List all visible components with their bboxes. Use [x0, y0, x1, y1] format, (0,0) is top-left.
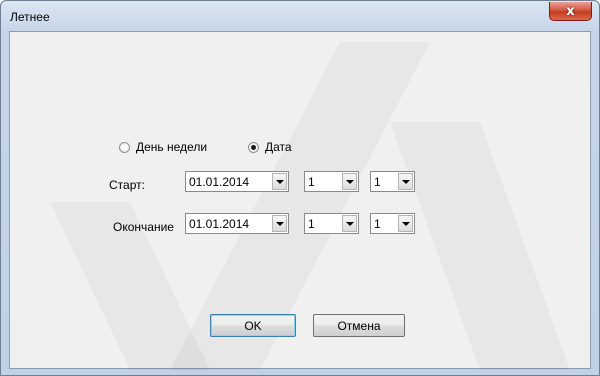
ok-button[interactable]: OK	[210, 314, 296, 337]
end-label: Окончание	[113, 220, 174, 234]
close-icon: x	[566, 3, 575, 19]
end-combo-2-value: 1	[308, 216, 315, 231]
chevron-down-icon[interactable]	[272, 173, 287, 190]
end-combo-2[interactable]: 1	[304, 213, 359, 234]
start-label: Старт:	[109, 178, 145, 192]
watermark-logo	[10, 32, 592, 370]
window-title: Летнее	[10, 10, 50, 24]
dialog-client-area: День недели Дата Старт: 01.01.2014 1 1 О…	[9, 31, 591, 369]
chevron-down-icon[interactable]	[398, 173, 413, 190]
cancel-button-label: Отмена	[337, 318, 381, 333]
end-combo-3-value: 1	[374, 216, 381, 231]
chevron-down-icon[interactable]	[342, 215, 357, 232]
chevron-down-icon[interactable]	[398, 215, 413, 232]
dialog-window: Летнее x День недели Дата Старт: 01.01.2…	[0, 0, 600, 376]
end-combo-3[interactable]: 1	[370, 213, 415, 234]
start-combo-2-value: 1	[308, 174, 315, 189]
end-date-select[interactable]: 01.01.2014	[185, 213, 289, 234]
radio-date-circle[interactable]	[248, 141, 259, 153]
radio-weekday-circle[interactable]	[119, 141, 130, 153]
start-date-value: 01.01.2014	[189, 174, 250, 189]
start-combo-3-value: 1	[374, 174, 381, 189]
chevron-down-icon[interactable]	[272, 215, 287, 232]
start-date-select[interactable]: 01.01.2014	[185, 171, 289, 192]
radio-weekday[interactable]: День недели	[119, 139, 207, 155]
radio-weekday-label: День недели	[136, 140, 208, 154]
start-combo-2[interactable]: 1	[304, 171, 359, 192]
start-combo-3[interactable]: 1	[370, 171, 415, 192]
radio-date[interactable]: Дата	[248, 139, 292, 155]
chevron-down-icon[interactable]	[342, 173, 357, 190]
radio-date-label: Дата	[265, 140, 292, 154]
ok-button-label: OK	[244, 318, 262, 333]
end-date-value: 01.01.2014	[189, 216, 250, 231]
title-bar[interactable]: Летнее x	[1, 1, 599, 31]
close-button[interactable]: x	[549, 2, 592, 21]
cancel-button[interactable]: Отмена	[313, 314, 405, 337]
